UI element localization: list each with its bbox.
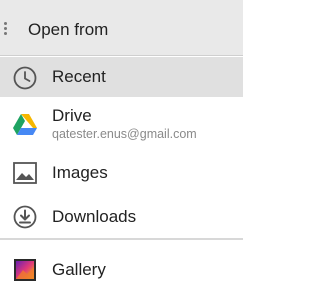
section-divider bbox=[0, 238, 243, 240]
list-item-label: Recent bbox=[52, 67, 106, 86]
gallery-app-icon bbox=[13, 258, 37, 287]
page-title: Open from bbox=[28, 20, 109, 39]
list-item-label: Drive bbox=[52, 106, 92, 125]
list-item-recent[interactable]: Recent bbox=[0, 57, 243, 97]
download-icon bbox=[13, 205, 37, 234]
list-item-downloads[interactable]: Downloads bbox=[0, 194, 243, 236]
google-drive-icon bbox=[13, 113, 37, 140]
list-item-images[interactable]: Images bbox=[0, 152, 243, 192]
app-bar: Open from bbox=[0, 0, 243, 56]
clock-icon bbox=[13, 66, 37, 95]
account-email: qatester.enus@gmail.com bbox=[52, 127, 197, 141]
image-icon bbox=[13, 162, 37, 189]
overflow-menu-icon[interactable] bbox=[4, 22, 7, 36]
list-item-gallery[interactable]: Gallery bbox=[0, 245, 243, 290]
list-item-drive[interactable]: Drive qatester.enus@gmail.com bbox=[0, 99, 243, 149]
list-item-label: Gallery bbox=[52, 260, 106, 279]
list-item-label: Downloads bbox=[52, 207, 137, 226]
list-item-label: Images bbox=[52, 163, 108, 182]
